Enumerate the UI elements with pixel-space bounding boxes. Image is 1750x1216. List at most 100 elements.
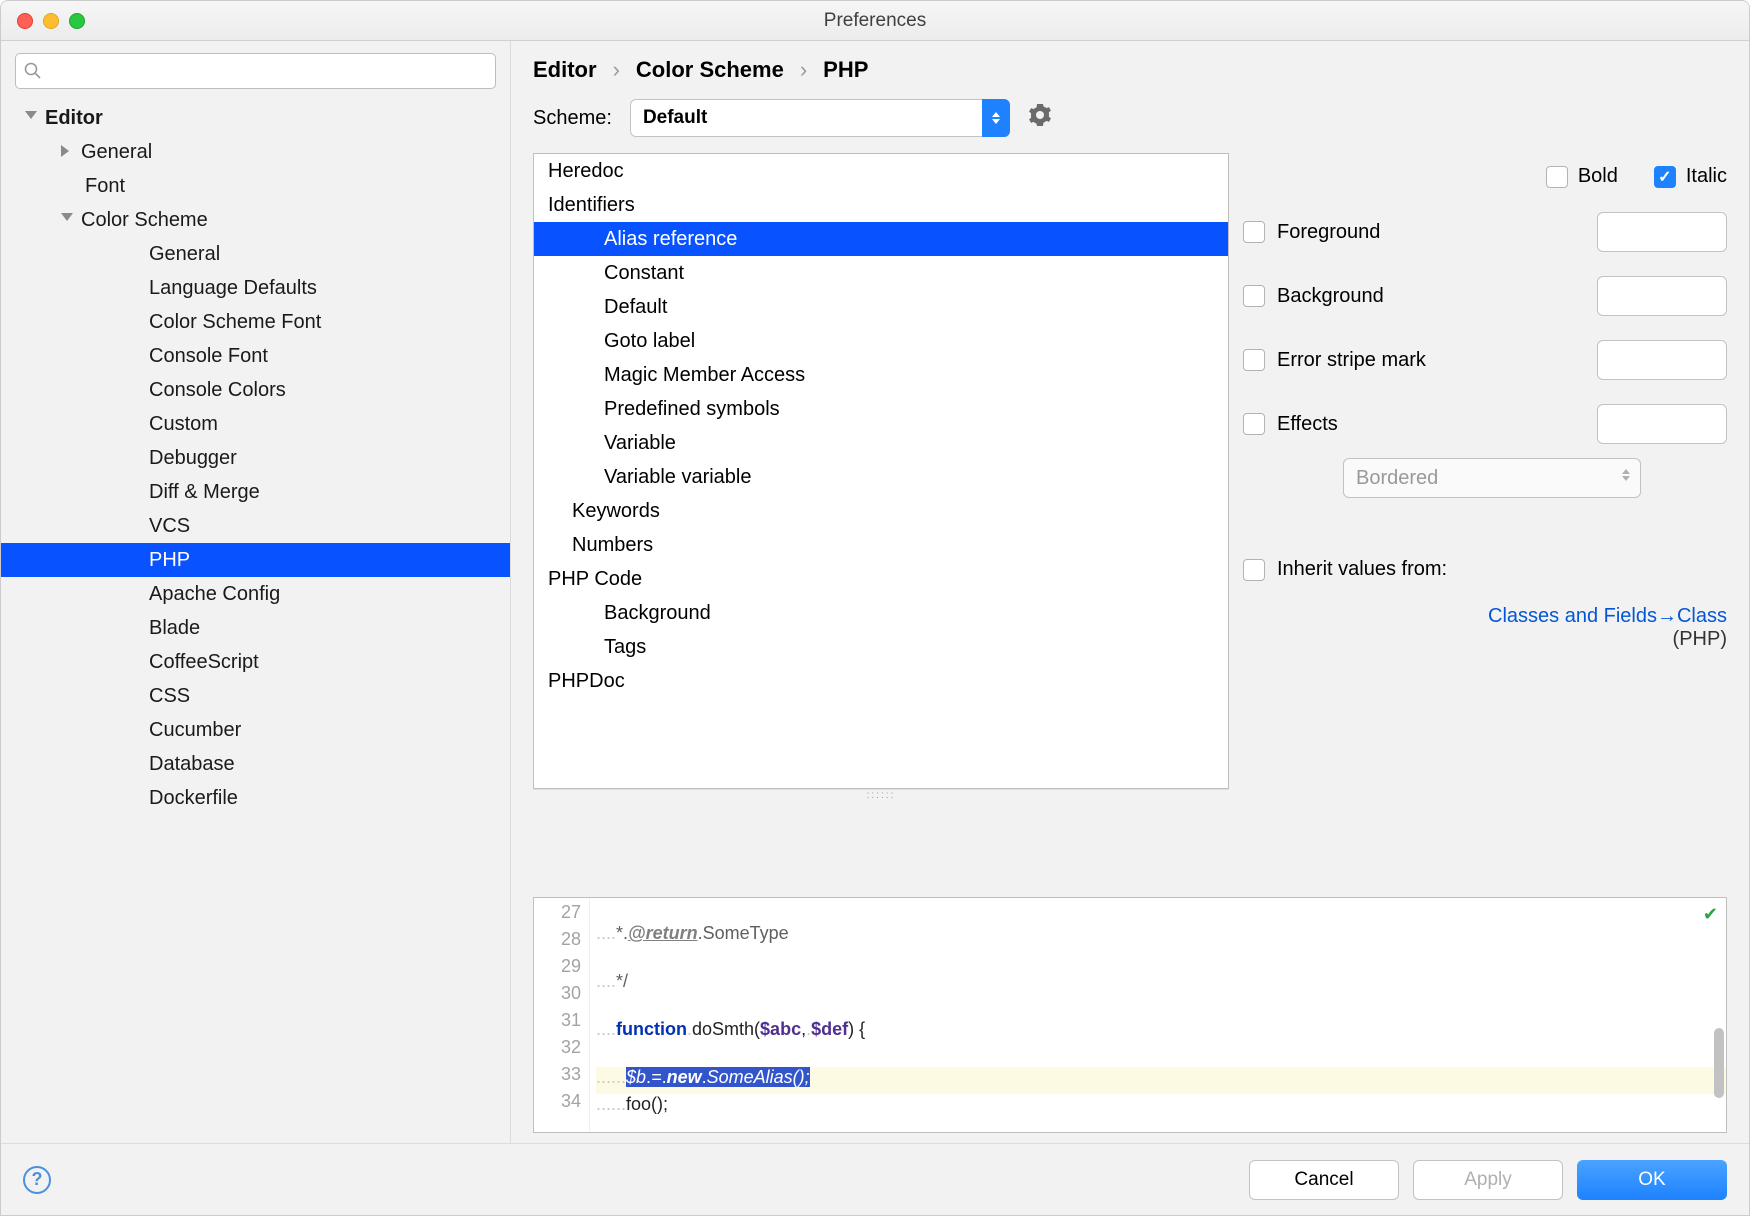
token-item-tags[interactable]: Tags (534, 630, 1228, 664)
token-item-variable-variable[interactable]: Variable variable (534, 460, 1228, 494)
tree-label: Font (85, 175, 125, 198)
sidebar-item-php[interactable]: PHP (1, 543, 510, 577)
inherit-link[interactable]: Classes and Fields→Class (1243, 605, 1727, 628)
background-checkbox[interactable] (1243, 285, 1265, 307)
token-item-php-code[interactable]: PHP Code (534, 562, 1228, 596)
ok-button[interactable]: OK (1577, 1160, 1727, 1200)
sidebar-item-css[interactable]: CSS (1, 679, 510, 713)
tree-label: Diff & Merge (149, 481, 260, 504)
settings-sidebar: Editor General Font Color Scheme General Lang… (1, 41, 511, 1143)
sidebar-item-console-colors[interactable]: Console Colors (1, 373, 510, 407)
token-item-identifiers[interactable]: Identifiers (534, 188, 1228, 222)
search-wrap (15, 53, 496, 89)
apply-button[interactable]: Apply (1413, 1160, 1563, 1200)
sidebar-item-general[interactable]: General (1, 135, 510, 169)
tree-label: CoffeeScript (149, 651, 259, 674)
effects-swatch[interactable] (1597, 404, 1727, 444)
token-item-numbers[interactable]: Numbers (534, 528, 1228, 562)
sidebar-item-debugger[interactable]: Debugger (1, 441, 510, 475)
sidebar-item-coffeescript[interactable]: CoffeeScript (1, 645, 510, 679)
foreground-checkbox[interactable] (1243, 221, 1265, 243)
sidebar-item-font[interactable]: Font (1, 169, 510, 203)
token-label: Alias reference (604, 228, 737, 251)
tree-label: Editor (45, 107, 103, 130)
tree-label: Debugger (149, 447, 237, 470)
token-item-constant[interactable]: Constant (534, 256, 1228, 290)
tree-arrow-icon (129, 621, 143, 635)
token-item-keywords[interactable]: Keywords (534, 494, 1228, 528)
effect-type-select[interactable]: Bordered (1343, 458, 1641, 498)
token-label: Numbers (572, 534, 653, 557)
effects-checkbox[interactable] (1243, 413, 1265, 435)
token-label: Tags (604, 636, 646, 659)
bold-checkbox[interactable] (1546, 166, 1568, 188)
line-number: 30 (534, 983, 581, 1010)
foreground-swatch[interactable] (1597, 212, 1727, 252)
token-label: PHP Code (548, 568, 642, 591)
tree-label: General (81, 141, 152, 164)
sidebar-item-vcs[interactable]: VCS (1, 509, 510, 543)
code-body[interactable]: ....*.@return.SomeType ....*/ ....functi… (590, 898, 1726, 1132)
tree-label: CSS (149, 685, 190, 708)
sidebar-item-diff-merge[interactable]: Diff & Merge (1, 475, 510, 509)
token-item-magic-member-access[interactable]: Magic Member Access (534, 358, 1228, 392)
tree-arrow-icon (129, 417, 143, 431)
token-item-variable[interactable]: Variable (534, 426, 1228, 460)
sidebar-item-database[interactable]: Database (1, 747, 510, 781)
cancel-button[interactable]: Cancel (1249, 1160, 1399, 1200)
bc-editor[interactable]: Editor (533, 57, 597, 83)
tree-arrow-icon (129, 723, 143, 737)
traffic-lights (17, 13, 85, 29)
sidebar-item-blade[interactable]: Blade (1, 611, 510, 645)
tree-arrow-icon (129, 587, 143, 601)
gear-icon[interactable] (1028, 103, 1052, 133)
token-item-background[interactable]: Background (534, 596, 1228, 630)
sidebar-item-dockerfile[interactable]: Dockerfile (1, 781, 510, 815)
titlebar: Preferences (1, 1, 1749, 41)
sidebar-item-color-scheme-font[interactable]: Color Scheme Font (1, 305, 510, 339)
sidebar-item-language-defaults[interactable]: Language Defaults (1, 271, 510, 305)
search-input[interactable] (15, 53, 496, 89)
tree-arrow-icon (61, 213, 75, 227)
tokens-tree[interactable]: Heredoc Identifiers Alias reference Constan… (533, 153, 1229, 789)
token-item-heredoc[interactable]: Heredoc (534, 154, 1228, 188)
code-preview: 2728293031323334 ....*.@return.SomeType … (533, 897, 1727, 1133)
tree-label: Color Scheme (81, 209, 208, 232)
select-arrows-icon[interactable] (982, 99, 1010, 137)
background-swatch[interactable] (1597, 276, 1727, 316)
scrollbar[interactable] (1714, 1028, 1724, 1098)
sidebar-item-custom[interactable]: Custom (1, 407, 510, 441)
tree-arrow-icon (129, 383, 143, 397)
tree-label: Dockerfile (149, 787, 238, 810)
help-icon[interactable]: ? (23, 1166, 51, 1194)
token-item-predefined-symbols[interactable]: Predefined symbols (534, 392, 1228, 426)
tree-label: Language Defaults (149, 277, 317, 300)
tree-label: Apache Config (149, 583, 280, 606)
token-item-goto-label[interactable]: Goto label (534, 324, 1228, 358)
inherit-checkbox[interactable] (1243, 559, 1265, 581)
sidebar-item-console-font[interactable]: Console Font (1, 339, 510, 373)
token-item-default[interactable]: Default (534, 290, 1228, 324)
error-stripe-checkbox[interactable] (1243, 349, 1265, 371)
sidebar-item-general[interactable]: General (1, 237, 510, 271)
italic-checkbox[interactable] (1654, 166, 1676, 188)
token-item-phpdoc[interactable]: PHPDoc (534, 664, 1228, 698)
sidebar-item-color-scheme[interactable]: Color Scheme (1, 203, 510, 237)
sidebar-item-cucumber[interactable]: Cucumber (1, 713, 510, 747)
token-label: Keywords (572, 500, 660, 523)
bc-color-scheme[interactable]: Color Scheme (636, 57, 784, 83)
scheme-select[interactable]: Default (630, 99, 1010, 137)
splitter-grip-icon[interactable]: :::::: (533, 789, 1229, 799)
tree-arrow-icon (129, 655, 143, 669)
token-item-alias-reference[interactable]: Alias reference (534, 222, 1228, 256)
settings-tree[interactable]: Editor General Font Color Scheme General Lang… (1, 101, 510, 1143)
sidebar-item-apache-config[interactable]: Apache Config (1, 577, 510, 611)
line-number: 28 (534, 929, 581, 956)
zoom-icon[interactable] (69, 13, 85, 29)
minimize-icon[interactable] (43, 13, 59, 29)
sidebar-item-editor[interactable]: Editor (1, 101, 510, 135)
error-stripe-swatch[interactable] (1597, 340, 1727, 380)
token-label: Heredoc (548, 160, 624, 183)
bc-php[interactable]: PHP (823, 57, 868, 83)
close-icon[interactable] (17, 13, 33, 29)
